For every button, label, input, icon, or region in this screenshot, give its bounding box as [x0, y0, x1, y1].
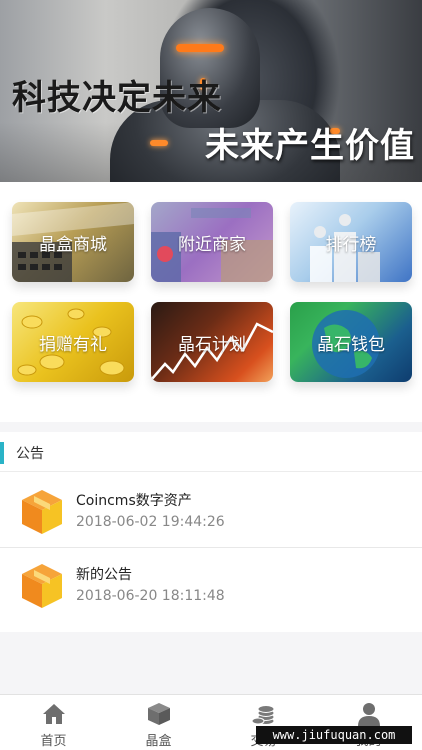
hero-banner[interactable]: 科技决定未来 未来产生价值 [0, 0, 422, 182]
tile-donation-gifts[interactable]: 捐赠有礼 [12, 302, 134, 382]
notice-date: 2018-06-20 18:11:48 [76, 588, 225, 604]
tile-label: 晶石计划 [178, 334, 246, 355]
tile-crystal-box-mall[interactable]: 晶盒商城 [12, 202, 134, 282]
notice-accent-bar [0, 442, 4, 464]
banner-headline-1: 科技决定未来 [12, 78, 222, 118]
coins-icon [251, 705, 274, 725]
user-icon [357, 703, 380, 726]
tile-label: 附近商家 [178, 234, 246, 255]
notice-panel: 公告 Coincms数字资产 2018-06-02 19:44:26 新的公告 … [0, 432, 422, 632]
tile-label: 晶盒商城 [39, 234, 107, 255]
home-icon [42, 704, 65, 724]
notice-item[interactable]: 新的公告 2018-06-20 18:11:48 [0, 550, 422, 622]
cube-icon [22, 490, 62, 534]
notice-date: 2018-06-02 19:44:26 [76, 514, 225, 530]
tile-nearby-merchants[interactable]: 附近商家 [151, 202, 273, 282]
notice-title: 公告 [16, 446, 44, 462]
box-icon [147, 703, 170, 725]
notice-name: 新的公告 [76, 567, 132, 583]
notice-name: Coincms数字资产 [76, 493, 192, 509]
robot-visor [176, 44, 224, 52]
tab-crystal-box[interactable]: 晶盒 [106, 695, 211, 750]
tab-home[interactable]: 首页 [1, 695, 106, 750]
feature-grid: 晶盒商城 附近商家 排行榜 捐赠有礼 晶石计划 晶石钱包 [0, 182, 422, 422]
tile-label: 晶石钱包 [317, 334, 385, 355]
tile-crystal-wallet[interactable]: 晶石钱包 [290, 302, 412, 382]
tile-ranking[interactable]: 排行榜 [290, 202, 412, 282]
tile-crystal-plan[interactable]: 晶石计划 [151, 302, 273, 382]
watermark: www.jiufuquan.com [256, 726, 412, 744]
banner-headline-2: 未来产生价值 [205, 126, 415, 166]
tab-label: 晶盒 [145, 734, 172, 749]
tile-label: 排行榜 [325, 234, 377, 255]
notice-item[interactable]: Coincms数字资产 2018-06-02 19:44:26 [0, 476, 422, 548]
cube-icon [22, 564, 62, 608]
notice-header: 公告 [0, 432, 422, 472]
robot-light [150, 140, 168, 146]
tab-label: 首页 [40, 734, 67, 749]
tile-label: 捐赠有礼 [39, 334, 107, 355]
